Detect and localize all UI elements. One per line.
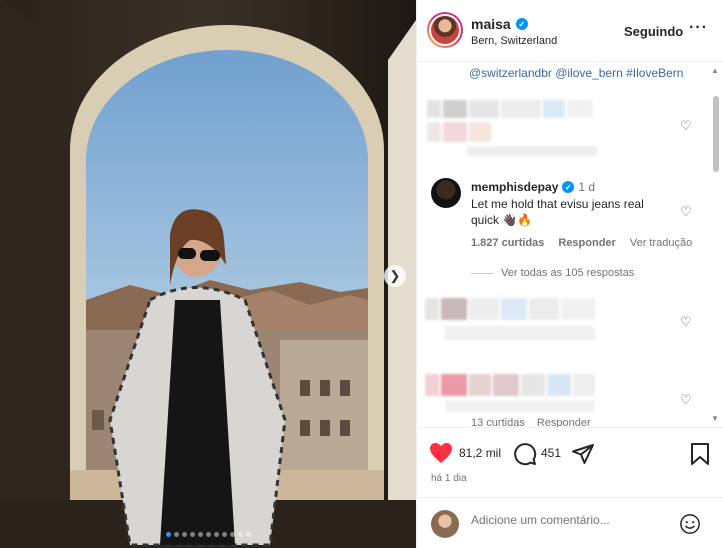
scroll-down-arrow-icon[interactable]: ▼ (711, 414, 719, 423)
commenter-username[interactable]: memphisdepay (471, 180, 558, 194)
scrollbar-thumb[interactable] (713, 96, 719, 172)
view-replies-row[interactable]: Ver todas as 105 respostas (471, 267, 634, 279)
comment-likes[interactable]: 1.827 curtidas (471, 237, 544, 249)
carousel-dot (189, 532, 195, 537)
reply-button[interactable]: Responder (558, 237, 615, 249)
post-sidebar: maisa ✓ Bern, Switzerland Seguindo ··· @… (416, 0, 723, 548)
translate-button[interactable]: Ver tradução (630, 237, 692, 249)
comment-composer (417, 497, 723, 548)
comment-meta: 1.827 curtidas Responder Ver tradução (471, 237, 692, 249)
commenter-avatar[interactable] (431, 178, 461, 208)
carousel-dot (181, 532, 187, 537)
view-replies-button[interactable]: Ver todas as 105 respostas (501, 267, 634, 279)
carousel-indicators (0, 532, 416, 537)
carousel-dot (213, 532, 219, 537)
comment-time: 1 d (578, 180, 596, 194)
share-icon[interactable] (571, 442, 595, 466)
post-photo[interactable]: ❯ (0, 0, 416, 548)
save-bookmark-icon[interactable] (689, 442, 711, 466)
verified-badge-icon: ✓ (562, 181, 575, 193)
blurred-comment (427, 98, 607, 158)
chevron-right-icon: ❯ (389, 268, 401, 283)
author-username[interactable]: maisa (471, 16, 511, 32)
scroll-up-arrow-icon[interactable]: ▲ (711, 66, 719, 75)
emoji-picker-icon[interactable] (679, 513, 701, 535)
like-comment-heart-icon[interactable]: ♡ (680, 118, 692, 134)
blurred-comment (425, 296, 615, 346)
comment-count: 451 (541, 446, 562, 460)
comment-text: Let me hold that evisu jeans real quick … (471, 197, 644, 227)
comment-icon[interactable] (513, 442, 537, 466)
post-time-ago[interactable]: há 1 dia (431, 473, 467, 484)
carousel-dot (173, 532, 179, 537)
comment-meta: 13 curtidas Responder (471, 417, 591, 427)
carousel-dot (245, 532, 251, 537)
reply-button[interactable]: Responder (537, 417, 591, 427)
following-button[interactable]: Seguindo (624, 24, 683, 39)
like-count[interactable]: 81,2 mil (459, 446, 501, 460)
carousel-dot (165, 532, 171, 537)
post-location[interactable]: Bern, Switzerland (471, 35, 557, 47)
author-avatar[interactable] (427, 12, 463, 48)
comment-likes[interactable]: 13 curtidas (471, 417, 525, 427)
verified-badge-icon: ✓ (515, 18, 528, 30)
carousel-dot (221, 532, 227, 537)
comments-list[interactable]: @switzerlandbr @ilove_bern #IloveBern ▲ … (417, 62, 723, 427)
carousel-dot (237, 532, 243, 537)
post-header: maisa ✓ Bern, Switzerland Seguindo ··· (417, 0, 723, 62)
liked-heart-icon[interactable] (429, 442, 453, 464)
commenter-row: memphisdepay ✓ 1 d (471, 180, 595, 194)
carousel-dot (205, 532, 211, 537)
add-comment-input[interactable] (471, 513, 671, 527)
more-options-icon[interactable]: ··· (689, 19, 708, 37)
carousel-dot (197, 532, 203, 537)
current-user-avatar (431, 510, 459, 538)
like-comment-heart-icon[interactable]: ♡ (680, 204, 692, 220)
post-actions: 81,2 mil 451 há 1 dia (417, 427, 723, 497)
photo-image (0, 0, 416, 548)
like-comment-heart-icon[interactable]: ♡ (680, 392, 692, 408)
blurred-comment (425, 372, 615, 416)
next-photo-button[interactable]: ❯ (384, 265, 406, 287)
like-comment-heart-icon[interactable]: ♡ (680, 314, 692, 330)
replies-divider (471, 272, 493, 274)
caption-mentions[interactable]: @switzerlandbr @ilove_bern #IloveBern (469, 66, 683, 80)
author-username-row: maisa ✓ (471, 16, 528, 32)
carousel-dot (229, 532, 235, 537)
